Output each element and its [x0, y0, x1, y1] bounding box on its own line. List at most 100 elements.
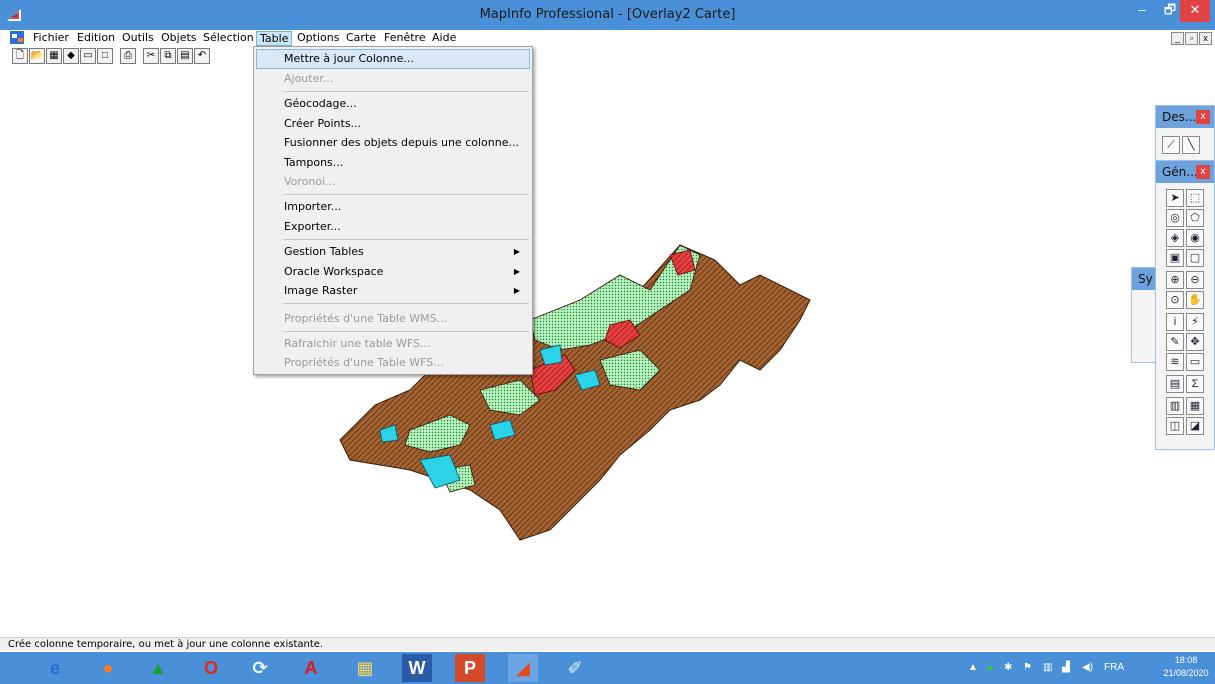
menu-item-rafraichir-wfs[interactable]: Rafraichir une table WFS...	[256, 334, 530, 354]
mdi-close-button[interactable]: x	[1199, 32, 1212, 45]
network-icon[interactable]: ▟	[1062, 652, 1070, 684]
menu-selection[interactable]: Sélection	[200, 31, 257, 46]
cut-icon[interactable]: ✂	[143, 48, 159, 64]
title-bar[interactable]: MapInfo Professional - [Overlay2 Carte] …	[0, 0, 1215, 30]
triangle-app-icon[interactable]: ▲	[143, 654, 173, 682]
clip-region-icon[interactable]: ◫	[1166, 417, 1184, 435]
close-button[interactable]: ✕	[1180, 0, 1210, 22]
menu-item-proprietes-wms[interactable]: Propriétés d'une Table WMS...	[256, 309, 530, 329]
menu-item-oracle-workspace[interactable]: Oracle Workspace ▶	[256, 262, 530, 282]
menu-item-exporter[interactable]: Exporter...	[256, 217, 530, 237]
save-icon[interactable]: ▭	[80, 48, 96, 64]
status-message: Crée colonne temporaire, ou met à jour u…	[8, 639, 324, 650]
menu-item-creer-points[interactable]: Créer Points...	[256, 114, 530, 134]
graph-select-icon[interactable]: ▥	[1166, 397, 1184, 415]
undo-icon[interactable]: ↶	[194, 48, 210, 64]
menu-item-proprietes-wfs[interactable]: Propriétés d'une Table WFS...	[256, 353, 530, 373]
menu-separator	[283, 303, 529, 304]
drawing-palette[interactable]: Des... x ⟋ ╲	[1155, 105, 1215, 165]
line-tool-icon[interactable]: ╲	[1182, 136, 1200, 154]
invert-select-icon[interactable]: ◉	[1186, 229, 1204, 247]
submenu-arrow-icon: ▶	[513, 286, 520, 295]
unselect-icon[interactable]: ▢	[1186, 249, 1204, 267]
menu-outils[interactable]: Outils	[119, 31, 157, 46]
new-icon[interactable]: 🗋	[12, 48, 28, 64]
mdi-minimize-button[interactable]: _	[1171, 32, 1184, 45]
open-dbms-icon[interactable]: ◆	[63, 48, 79, 64]
marquee-select-icon[interactable]: ⬚	[1186, 189, 1204, 207]
menu-item-tampons[interactable]: Tampons...	[256, 153, 530, 173]
open-workspace-icon[interactable]: ▦	[46, 48, 62, 64]
zoom-out-icon[interactable]: ⊖	[1186, 271, 1204, 289]
pan-hand-icon[interactable]: ✋	[1186, 291, 1204, 309]
menu-fenetre[interactable]: Fenêtre	[381, 31, 429, 46]
menu-edition[interactable]: Edition	[74, 31, 118, 46]
legend-icon[interactable]: ▤	[1166, 375, 1184, 393]
polygon-select-icon[interactable]: ⬠	[1186, 209, 1204, 227]
internet-explorer-icon[interactable]: e	[40, 654, 70, 682]
menu-table[interactable]: Table	[256, 31, 293, 46]
drag-map-icon[interactable]: ✥	[1186, 333, 1204, 351]
radius-select-icon[interactable]: ◎	[1166, 209, 1184, 227]
firefox-icon[interactable]: ●	[93, 654, 123, 682]
volume-icon[interactable]: ◀)	[1082, 652, 1093, 684]
menu-item-label: Image Raster	[284, 284, 358, 297]
tray-chevron-icon[interactable]: ▲	[968, 652, 978, 684]
menu-item-gestion-tables[interactable]: Gestion Tables ▶	[256, 242, 530, 262]
word-icon[interactable]: W	[402, 654, 432, 682]
menu-item-voronoi[interactable]: Voronoi...	[256, 172, 530, 192]
menu-item-ajouter[interactable]: Ajouter...	[256, 69, 530, 89]
menu-objets[interactable]: Objets	[158, 31, 200, 46]
paint-icon[interactable]: ✐	[560, 654, 590, 682]
tray-app-icon[interactable]: ▲	[985, 652, 995, 684]
menu-aide[interactable]: Aide	[429, 31, 459, 46]
bluetooth-icon[interactable]: ✱	[1004, 652, 1012, 684]
clock-date: 21/08/2020	[1163, 668, 1209, 678]
select-all-icon[interactable]: ▣	[1166, 249, 1184, 267]
hotlink-icon[interactable]: ⚡	[1186, 313, 1204, 331]
layer-control-icon[interactable]: ≋	[1166, 353, 1184, 371]
menu-separator	[283, 239, 529, 240]
general-palette-close-button[interactable]: x	[1196, 165, 1210, 179]
menu-item-mettre-a-jour-colonne[interactable]: Mettre à jour Colonne...	[256, 49, 530, 69]
opera-icon[interactable]: O	[196, 654, 226, 682]
general-palette[interactable]: Gén... x ➤ ⬚ ◎ ⬠ ◈ ◉ ▣ ▢ ⊕ ⊖ ⊙ ✋ i ⚡ ✎ ✥…	[1155, 160, 1215, 450]
print-icon[interactable]: ⎙	[120, 48, 136, 64]
drawing-palette-close-button[interactable]: x	[1196, 110, 1210, 124]
ruler-icon[interactable]: ▭	[1186, 353, 1204, 371]
label-tool-icon[interactable]: ✎	[1166, 333, 1184, 351]
select-arrow-icon[interactable]: ➤	[1166, 189, 1184, 207]
mdi-restore-button[interactable]: ▫	[1185, 32, 1198, 45]
info-tool-icon[interactable]: i	[1166, 313, 1184, 331]
sync-app-icon[interactable]: ⟳	[245, 654, 275, 682]
flag-icon[interactable]: ⚑	[1023, 652, 1032, 684]
clip-off-icon[interactable]: ◪	[1186, 417, 1204, 435]
mapinfo-icon[interactable]: ◢	[508, 654, 538, 682]
menu-item-geocodage[interactable]: Géocodage...	[256, 94, 530, 114]
new-window-icon[interactable]: □	[97, 48, 113, 64]
zoom-in-icon[interactable]: ⊕	[1166, 271, 1184, 289]
menu-fichier[interactable]: Fichier	[30, 31, 72, 46]
menu-item-importer[interactable]: Importer...	[256, 197, 530, 217]
acrobat-icon[interactable]: A	[296, 654, 326, 682]
copy-icon[interactable]: ⧉	[160, 48, 176, 64]
file-explorer-icon[interactable]: ▦	[350, 654, 380, 682]
menu-carte[interactable]: Carte	[343, 31, 379, 46]
browser-icon[interactable]: ▦	[1186, 397, 1204, 415]
language-indicator[interactable]: FRA	[1104, 652, 1124, 684]
system-clock[interactable]: 18:08 21/08/2020	[1160, 654, 1212, 680]
minimize-button[interactable]: –	[1128, 0, 1156, 22]
powerpoint-icon[interactable]: P	[455, 654, 485, 682]
menu-item-image-raster[interactable]: Image Raster ▶	[256, 281, 530, 301]
menu-options[interactable]: Options	[294, 31, 342, 46]
boundary-select-icon[interactable]: ◈	[1166, 229, 1184, 247]
paste-icon[interactable]: ▤	[177, 48, 193, 64]
clock-time: 18:08	[1174, 655, 1198, 665]
open-icon[interactable]: 📂	[29, 48, 45, 64]
statistics-sigma-icon[interactable]: Σ	[1186, 375, 1204, 393]
change-view-icon[interactable]: ⊙	[1166, 291, 1184, 309]
menu-item-fusionner-objets[interactable]: Fusionner des objets depuis une colonne.…	[256, 133, 530, 153]
polyline-tool-icon[interactable]: ⟋	[1162, 136, 1180, 154]
map-document-icon[interactable]	[10, 31, 24, 44]
battery-icon[interactable]: ▥	[1043, 652, 1052, 684]
